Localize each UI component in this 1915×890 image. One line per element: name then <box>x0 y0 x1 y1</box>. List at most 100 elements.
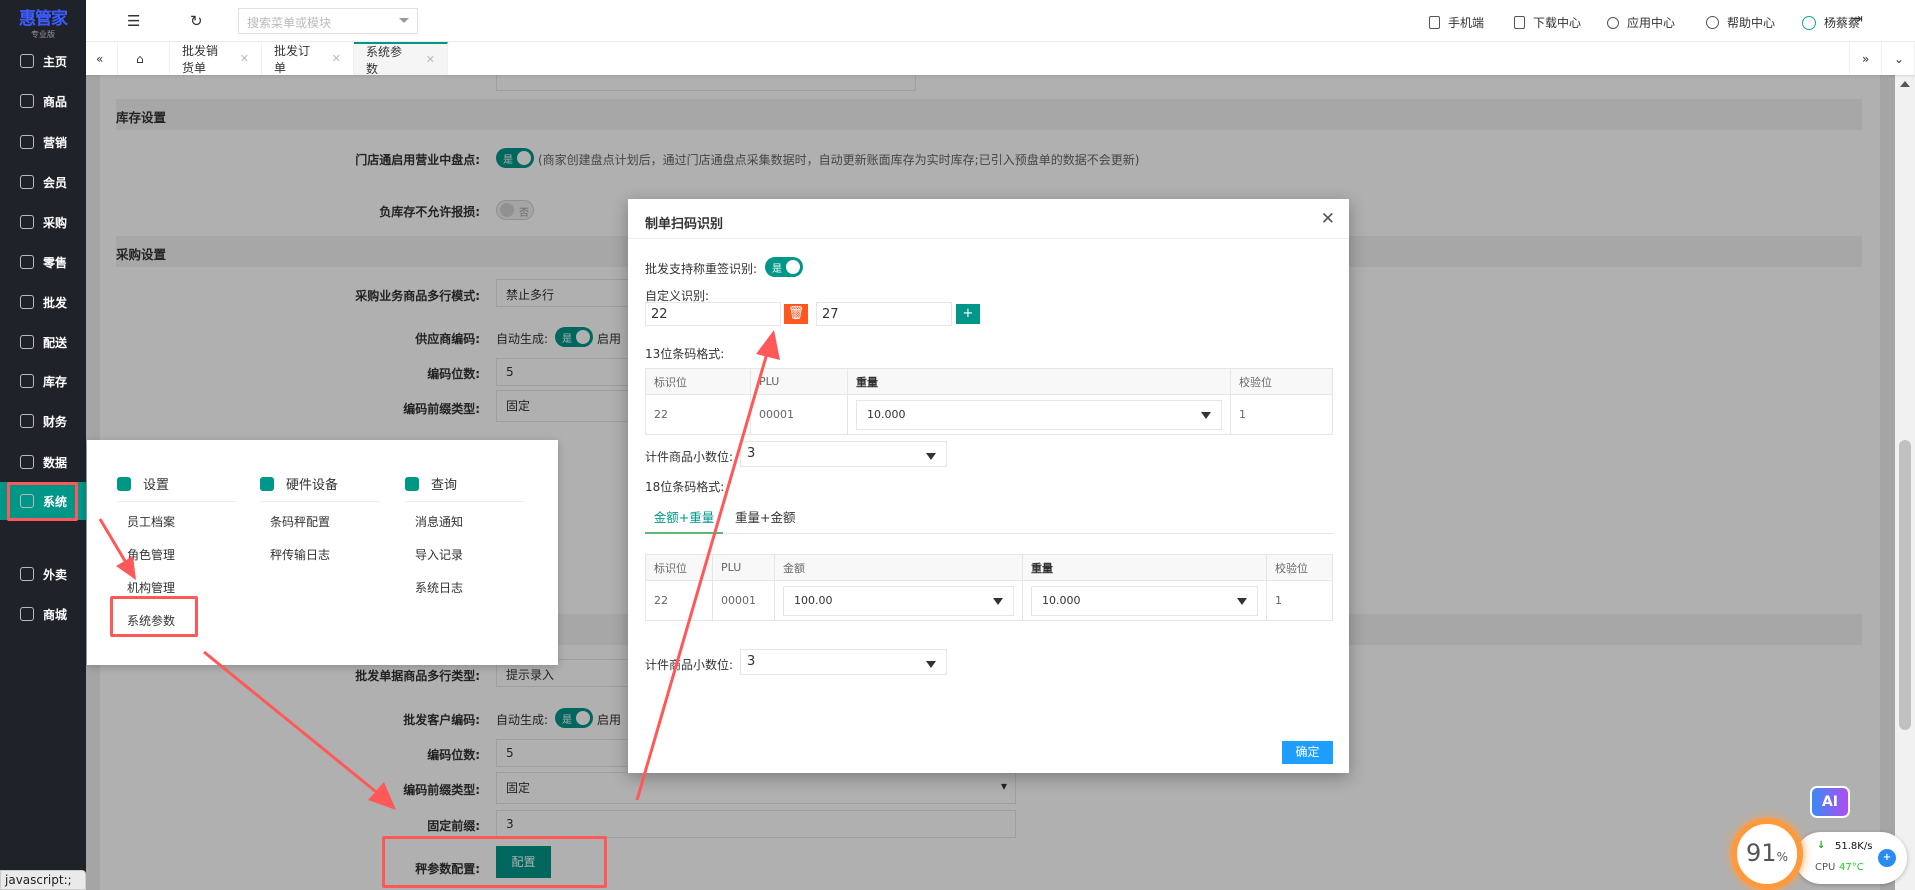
sidebar-item-5[interactable]: 零售 <box>0 243 86 281</box>
scroll-up-icon[interactable] <box>1900 81 1910 87</box>
decimal-label: 计件商品小数位: <box>645 450 734 464</box>
memory-usage-ball[interactable]: 91% <box>1731 818 1803 890</box>
chevron-down-icon <box>993 597 1003 610</box>
sidebar-item-2[interactable]: 营销 <box>0 123 86 161</box>
tab-wholesale-order[interactable]: 批发订单 ✕ <box>262 42 354 75</box>
decimal-select[interactable]: 3 <box>740 441 947 467</box>
sidebar-item-4[interactable]: 采购 <box>0 203 86 241</box>
sidebar-item-label: 批发 <box>43 295 68 310</box>
table-header-row: 标识位 PLU 金额 重量 校验位 <box>645 554 1333 581</box>
mobile-link[interactable]: 手机端 <box>1429 14 1484 31</box>
download-center-link[interactable]: 下载中心 <box>1514 14 1581 31</box>
scrollbar-thumb[interactable] <box>1899 440 1911 730</box>
tab-label: 批发订单 <box>274 43 311 75</box>
table-header-row: 标识位 PLU 重量 校验位 <box>645 368 1333 395</box>
tab-system-params[interactable]: 系统参数 ✕ <box>354 42 448 76</box>
percent-unit: % <box>1776 850 1788 864</box>
sidebar-item-12[interactable]: 外卖 <box>0 555 86 593</box>
table-row: 22 00001 10.000 1 <box>645 394 1333 435</box>
menu-search-input[interactable]: 搜索菜单或模块 <box>238 8 418 34</box>
sidebar-item-6[interactable]: 批发 <box>0 283 86 321</box>
tab-amount-weight[interactable]: 金额+重量 <box>645 507 723 534</box>
cpu-label: CPU <box>1815 862 1836 873</box>
sidebar-item-label: 商品 <box>43 94 68 109</box>
sidebar-item-3[interactable]: 会员 <box>0 163 86 201</box>
col-header: 标识位 <box>645 368 751 395</box>
refresh-icon[interactable]: ↻ <box>190 12 203 30</box>
usage-percent: 91 <box>1746 839 1777 867</box>
chevron-down-icon <box>926 453 936 465</box>
scroll-tabs-right-icon[interactable]: » <box>1849 42 1882 75</box>
submenu-item[interactable]: 系统日志 <box>405 572 525 605</box>
col-header: 校验位 <box>1230 368 1333 395</box>
submenu-title: 硬件设备 <box>286 478 339 493</box>
custom-id-input[interactable]: 22 <box>645 302 781 326</box>
logout-icon[interactable]: ⇥ <box>1852 12 1863 27</box>
submenu-item[interactable]: 条码秤配置 <box>260 506 380 539</box>
sidebar-item-1[interactable]: 商品 <box>0 82 86 120</box>
submenu-item[interactable]: 消息通知 <box>405 506 525 539</box>
weight-label-toggle[interactable]: 是 <box>765 257 803 277</box>
col-header: 重量 <box>847 368 1231 395</box>
plus-icon[interactable]: + <box>1878 849 1896 867</box>
submenu-item[interactable]: 员工档案 <box>117 506 237 539</box>
ai-assistant-button[interactable]: AI <box>1810 786 1850 818</box>
help-center-link[interactable]: 帮助中心 <box>1706 14 1775 31</box>
close-icon[interactable]: ✕ <box>1321 209 1335 229</box>
sidebar-item-8[interactable]: 库存 <box>0 362 86 400</box>
add-custom-id-button[interactable]: + <box>956 304 980 324</box>
tab-weight-amount[interactable]: 重量+金额 <box>735 507 795 526</box>
bag-icon <box>20 255 34 269</box>
home-icon <box>20 54 34 68</box>
app-center-link[interactable]: 应用中心 <box>1607 14 1675 31</box>
annotation-box-system-params <box>110 596 198 637</box>
delete-custom-id-button[interactable]: 🗑 <box>784 304 808 324</box>
cart-icon <box>20 215 34 229</box>
chart-icon <box>20 135 34 149</box>
delivery-icon <box>20 567 34 581</box>
logo-subtitle: 专业版 <box>31 30 55 39</box>
annotation-box-system <box>7 482 78 521</box>
logo[interactable]: 惠管家 专业版 <box>0 0 86 48</box>
amount-select[interactable]: 100.00 <box>783 585 1014 616</box>
submenu-item[interactable]: 导入记录 <box>405 539 525 572</box>
tab-options-chevron-icon[interactable]: ⌄ <box>1882 42 1915 75</box>
close-icon[interactable]: ✕ <box>332 52 341 65</box>
code18-label: 18位条码格式: <box>645 480 725 494</box>
scroll-tabs-left-icon[interactable]: « <box>86 42 118 75</box>
sidebar-item-9[interactable]: 财务 <box>0 402 86 440</box>
sidebar: 惠管家 专业版 主页 商品 营销 会员 采购 零售 批发 配送 库存 财务 数据 系统 外卖 商城 <box>0 0 86 890</box>
tab-label: 系统参数 <box>366 44 403 76</box>
cpu-temp: 47°C <box>1839 862 1864 873</box>
link-label: 帮助中心 <box>1727 16 1776 30</box>
cell: 1 <box>1266 580 1333 621</box>
select-value: 3 <box>747 446 756 461</box>
select-value: 10.000 <box>867 407 906 421</box>
collapse-menu-icon[interactable]: ☰ <box>127 12 140 30</box>
submenu-header: 设置 <box>117 474 237 502</box>
close-icon[interactable]: ✕ <box>426 53 435 66</box>
sidebar-item-7[interactable]: 配送 <box>0 323 86 361</box>
home-tab-icon[interactable]: ⌂ <box>118 42 170 75</box>
decimal-select-2[interactable]: 3 <box>740 649 947 675</box>
sidebar-item-13[interactable]: 商城 <box>0 595 86 633</box>
download-arrow-icon: ↓ <box>1817 840 1826 851</box>
tab-bar: « ⌂ 批发销货单 ✕ 批发订单 ✕ 系统参数 ✕ » ⌄ <box>86 42 1915 76</box>
chevron-down-icon <box>399 18 409 28</box>
annotation-box-scale-config <box>382 836 607 888</box>
sidebar-item-0[interactable]: 主页 <box>0 42 86 80</box>
weight-label-label: 批发支持称重签识别: <box>645 262 758 276</box>
sidebar-item-10[interactable]: 数据 <box>0 443 86 481</box>
weight-select[interactable]: 10.000 <box>1031 585 1258 616</box>
vertical-scrollbar[interactable] <box>1895 75 1915 890</box>
close-icon[interactable]: ✕ <box>240 52 249 65</box>
confirm-button[interactable]: 确定 <box>1282 741 1333 764</box>
submenu-item[interactable]: 秤传输日志 <box>260 539 380 572</box>
help-icon <box>1706 16 1719 29</box>
network-monitor-widget[interactable]: ↓ 51.8K/s CPU 47°C + <box>1795 832 1907 884</box>
custom-id-input[interactable]: 27 <box>816 302 952 326</box>
tab-wholesale-sales[interactable]: 批发销货单 ✕ <box>170 42 262 75</box>
link-label: 下载中心 <box>1533 16 1582 30</box>
weight-select[interactable]: 10.000 <box>856 399 1222 430</box>
submenu-item[interactable]: 角色管理 <box>117 539 237 572</box>
